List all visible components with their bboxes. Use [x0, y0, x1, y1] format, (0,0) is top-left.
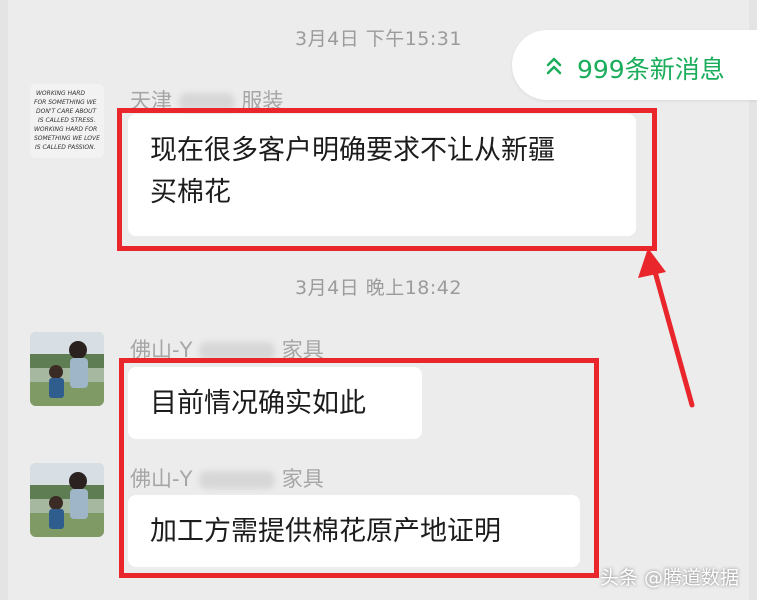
- highlight-box-1: [117, 108, 657, 251]
- avatar-art-line: SOMETHING WE LOVE: [34, 135, 100, 142]
- new-messages-label[interactable]: 999条新消息: [577, 50, 725, 86]
- red-arrow-icon: [638, 248, 695, 408]
- watermark: 头条 @腾道数据: [600, 567, 740, 589]
- avatar-art-line: IS CALLED STRESS.: [38, 117, 96, 124]
- left-edge-shadow: [0, 0, 8, 600]
- avatar-tianjin[interactable]: WORKING HARD FOR SOMETHING WE DON'T CARE…: [30, 84, 104, 158]
- chat-screen: 3月4日 下午15:31 999条新消息 WORKING HARD FOR SO…: [0, 0, 757, 600]
- highlight-box-2: [119, 358, 599, 578]
- avatar-art-line: FOR SOMETHING WE: [34, 99, 97, 106]
- text-art-avatar-image: WORKING HARD FOR SOMETHING WE DON'T CARE…: [30, 84, 104, 158]
- avatar-art-line: WORKING HARD: [36, 90, 85, 97]
- double-chevron-up-icon[interactable]: [546, 57, 562, 75]
- photo-avatar-image: [30, 463, 104, 537]
- timestamp-2: 3月4日 晚上18:42: [295, 277, 462, 299]
- avatar-foshan[interactable]: [30, 332, 104, 406]
- avatar-art-line: IS CALLED PASSION.: [35, 144, 96, 151]
- avatar-foshan-2[interactable]: [30, 463, 104, 537]
- avatar-art-line: WORKING HARD FOR: [34, 126, 97, 133]
- photo-avatar-image: [30, 332, 104, 406]
- avatar-art-line: DON'T CARE ABOUT: [36, 108, 98, 115]
